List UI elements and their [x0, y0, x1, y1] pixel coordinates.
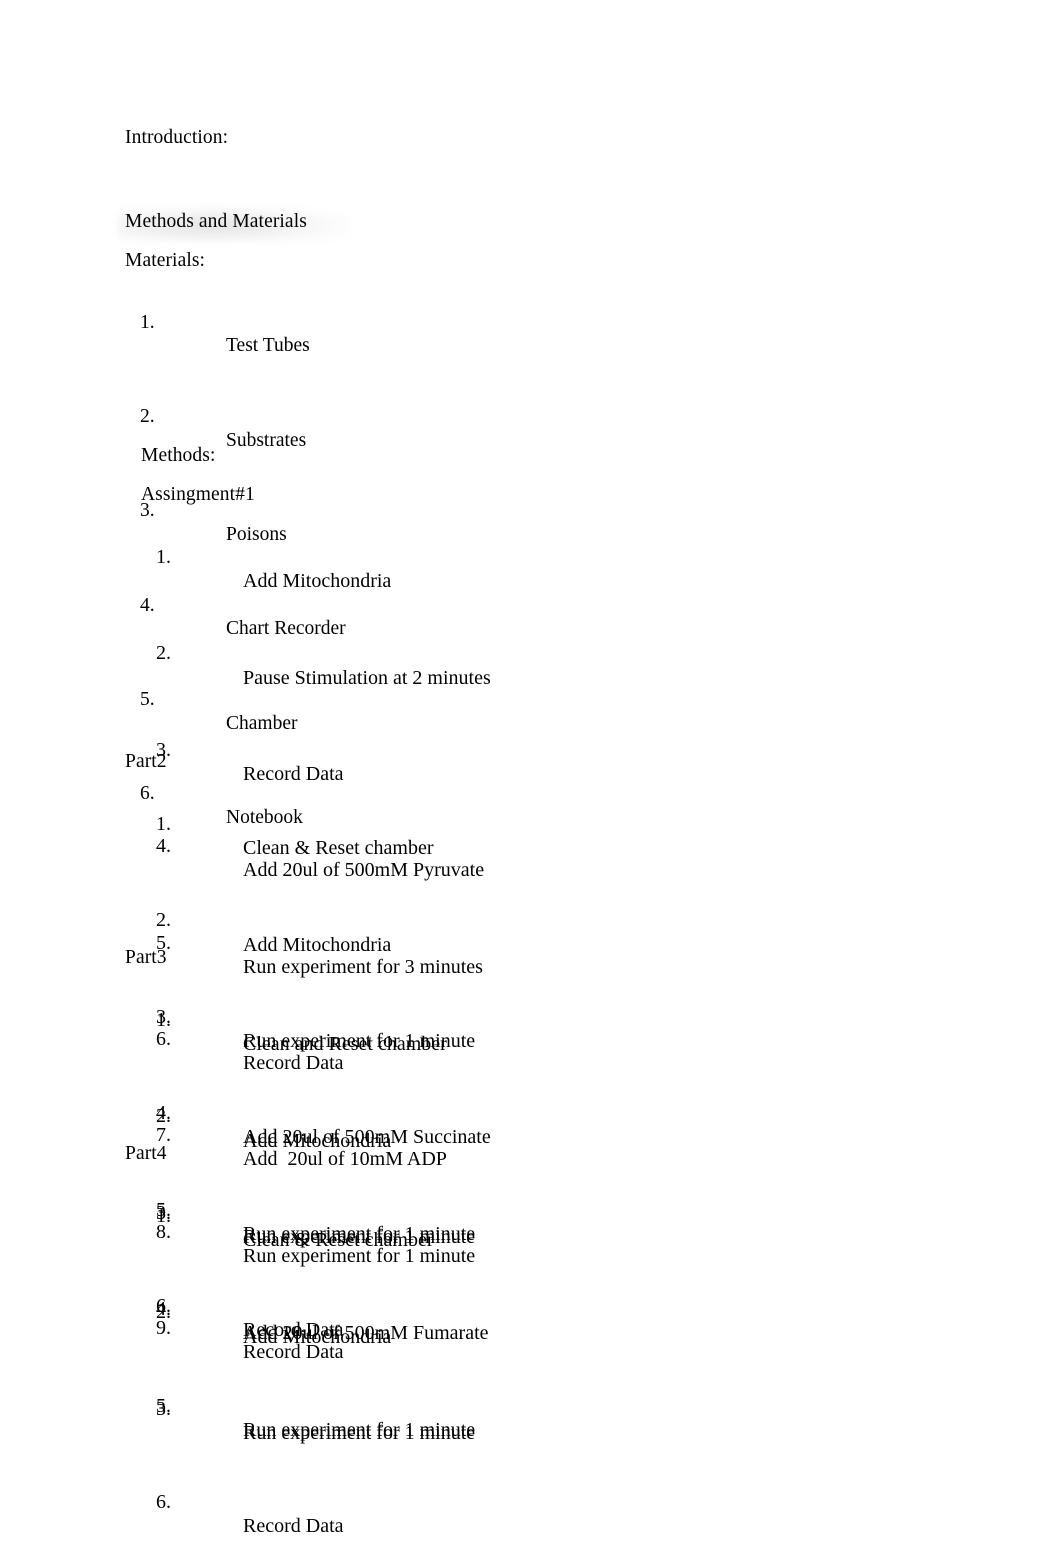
list-item-number: 6.: [156, 1490, 171, 1513]
list-item-label: Add Mitochondria: [243, 1325, 392, 1348]
methods-label: Methods:: [141, 445, 216, 466]
list-item: 3. Run experiment for 1 minute: [156, 1373, 475, 1469]
part3-label: Part3: [125, 947, 167, 968]
list-item: 2. Add Mitochondria: [156, 1080, 489, 1176]
list-item-label: Add Mitochondria: [243, 933, 392, 956]
list-item-label: Add Mitochondria: [243, 570, 392, 593]
list-item-number: 1.: [156, 1009, 171, 1032]
list-item: 2. Add Mitochondria: [156, 884, 491, 980]
list-item-number: 1.: [140, 311, 155, 333]
list-item: 1. Add Mitochondria: [156, 521, 491, 617]
document-page: Introduction: Methods and Materials Mate…: [0, 0, 1062, 1537]
list-item-number: 2.: [140, 405, 155, 427]
list-item-label: Clean & Reset chamber: [243, 837, 434, 860]
list-item-label: Test Tubes: [226, 335, 310, 357]
list-item: 1. Test Tubes: [140, 287, 346, 381]
list-item-label: Record Data: [243, 762, 344, 785]
list-item-number: 3.: [156, 1397, 171, 1420]
part4-label: Part4: [125, 1143, 167, 1164]
list-item-number: 2.: [156, 909, 171, 932]
list-item: 1. Clean & Reset chamber: [156, 788, 491, 884]
list-item-number: 2.: [156, 1105, 171, 1128]
assignment1-label: Assingment#1: [141, 484, 255, 505]
methods-and-materials-heading: Methods and Materials: [125, 211, 307, 232]
list-item-number: 1.: [156, 1205, 171, 1228]
list-item: 6. Record Data: [156, 1466, 489, 1562]
list-item-number: 2.: [156, 642, 171, 665]
list-item-label: Clean and Reset chamber: [243, 1033, 447, 1056]
list-item: 2. Pause Stimulation at 2 minutes: [156, 617, 491, 713]
list-item: 1. Clean & Reset chamber: [156, 1180, 475, 1276]
list-item-number: 1.: [156, 813, 171, 836]
list-item-number: 2.: [156, 1301, 171, 1324]
list-item-label: Pause Stimulation at 2 minutes: [243, 666, 491, 689]
list-item-label: Add Mitochondria: [243, 1129, 392, 1152]
list-item-label: Run experiment for 1 minute: [243, 1421, 476, 1444]
list-item-label: Clean & Reset chamber: [243, 1229, 434, 1252]
list-item: 2. Add Mitochondria: [156, 1276, 475, 1372]
list-item-label: Record Data: [243, 1515, 344, 1538]
introduction-heading: Introduction:: [125, 127, 229, 148]
list-item: 1. Clean and Reset chamber: [156, 984, 489, 1080]
materials-label: Materials:: [125, 250, 206, 271]
part2-label: Part2: [125, 751, 167, 772]
part4-steps-list: 1. Clean & Reset chamber 2. Add Mitochon…: [156, 1180, 475, 1469]
list-item-number: 1.: [156, 546, 171, 569]
